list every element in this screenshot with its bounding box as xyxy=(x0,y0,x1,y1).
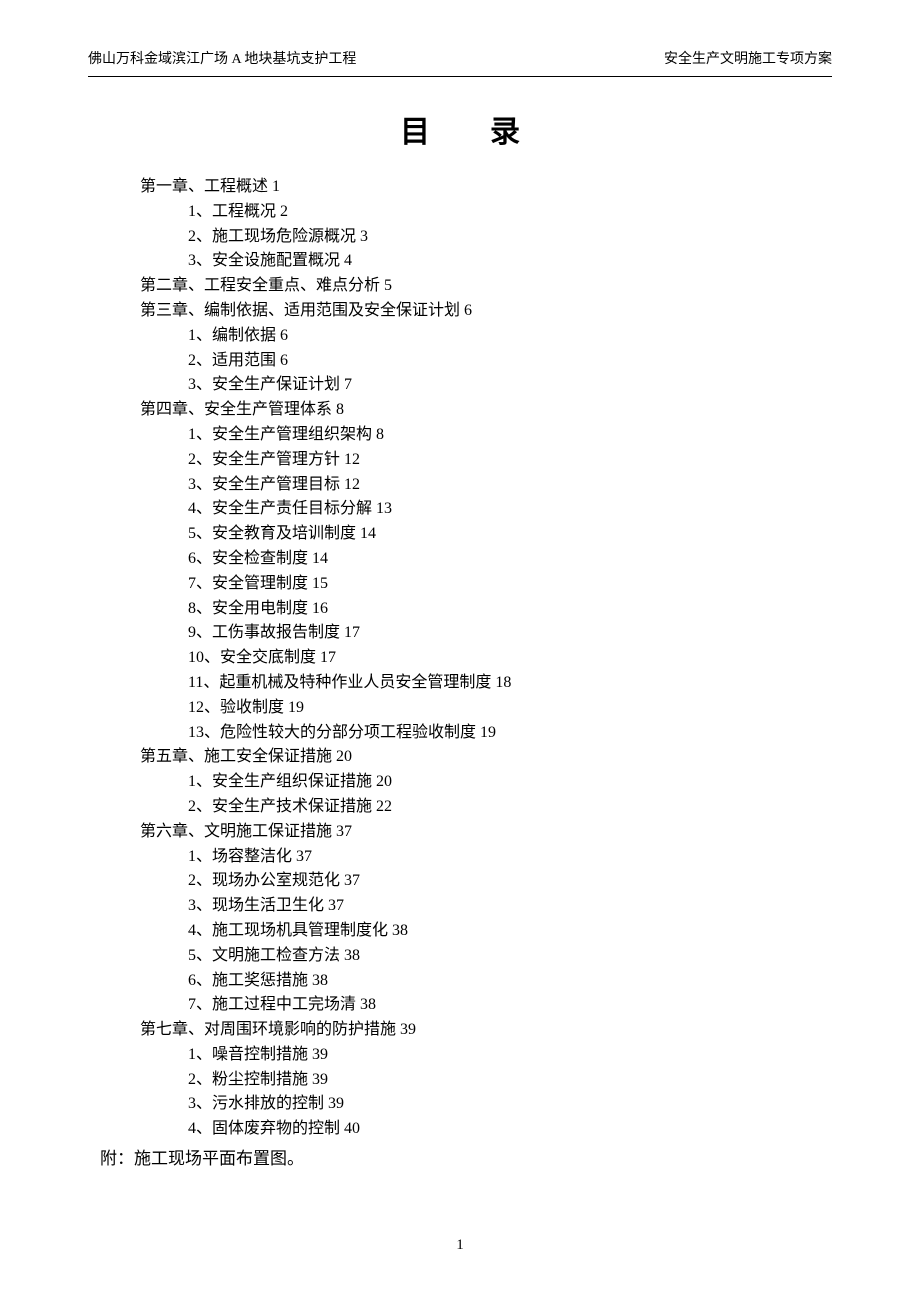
toc-subitem: 3、安全生产管理目标 12 xyxy=(188,473,820,498)
toc-chapter: 第五章、施工安全保证措施 20 xyxy=(140,745,820,770)
toc-title: 目录 xyxy=(0,107,920,151)
toc-subitem: 1、安全生产管理组织架构 8 xyxy=(188,423,820,448)
toc-subitem: 6、安全检查制度 14 xyxy=(188,547,820,572)
toc-subitem: 11、起重机械及特种作业人员安全管理制度 18 xyxy=(188,671,820,696)
toc-subitem: 1、安全生产组织保证措施 20 xyxy=(188,770,820,795)
toc-subitem: 4、安全生产责任目标分解 13 xyxy=(188,497,820,522)
header-right-text: 安全生产文明施工专项方案 xyxy=(664,48,832,68)
toc-subitem: 2、粉尘控制措施 39 xyxy=(188,1068,820,1093)
toc-chapter: 第六章、文明施工保证措施 37 xyxy=(140,820,820,845)
toc-subitem: 3、污水排放的控制 39 xyxy=(188,1092,820,1117)
toc-subitem: 7、施工过程中工完场清 38 xyxy=(188,993,820,1018)
toc-chapter: 第四章、安全生产管理体系 8 xyxy=(140,398,820,423)
toc-subitem: 4、施工现场机具管理制度化 38 xyxy=(188,919,820,944)
toc-subitem: 1、编制依据 6 xyxy=(188,324,820,349)
toc-subitem: 4、固体废弃物的控制 40 xyxy=(188,1117,820,1142)
page-header: 佛山万科金域滨江广场 A 地块基坑支护工程 安全生产文明施工专项方案 xyxy=(88,0,832,77)
toc-subitem: 9、工伤事故报告制度 17 xyxy=(188,621,820,646)
toc-chapter: 第一章、工程概述 1 xyxy=(140,175,820,200)
toc-chapter: 第二章、工程安全重点、难点分析 5 xyxy=(140,274,820,299)
toc-subitem: 2、施工现场危险源概况 3 xyxy=(188,225,820,250)
toc-subitem: 6、施工奖惩措施 38 xyxy=(188,969,820,994)
toc-subitem: 13、危险性较大的分部分项工程验收制度 19 xyxy=(188,721,820,746)
toc-subitem: 1、工程概况 2 xyxy=(188,200,820,225)
toc-subitem: 3、安全设施配置概况 4 xyxy=(188,249,820,274)
toc-subitem: 5、安全教育及培训制度 14 xyxy=(188,522,820,547)
page-number: 1 xyxy=(0,1237,920,1254)
toc-subitem: 1、噪音控制措施 39 xyxy=(188,1043,820,1068)
appendix-line: 附：施工现场平面布置图。 xyxy=(100,1144,920,1169)
header-left-text: 佛山万科金域滨江广场 A 地块基坑支护工程 xyxy=(88,48,356,68)
toc-subitem: 3、现场生活卫生化 37 xyxy=(188,894,820,919)
toc-subitem: 5、文明施工检查方法 38 xyxy=(188,944,820,969)
toc-subitem: 12、验收制度 19 xyxy=(188,696,820,721)
toc-subitem: 2、安全生产管理方针 12 xyxy=(188,448,820,473)
toc-subitem: 2、现场办公室规范化 37 xyxy=(188,869,820,894)
toc-subitem: 3、安全生产保证计划 7 xyxy=(188,373,820,398)
toc-chapter: 第七章、对周围环境影响的防护措施 39 xyxy=(140,1018,820,1043)
appendix-label: 附： xyxy=(100,1149,134,1168)
toc-subitem: 1、场容整洁化 37 xyxy=(188,845,820,870)
toc-subitem: 8、安全用电制度 16 xyxy=(188,597,820,622)
table-of-contents: 第一章、工程概述 11、工程概况 22、施工现场危险源概况 33、安全设施配置概… xyxy=(140,175,820,1142)
toc-subitem: 2、适用范围 6 xyxy=(188,349,820,374)
toc-subitem: 7、安全管理制度 15 xyxy=(188,572,820,597)
toc-subitem: 2、安全生产技术保证措施 22 xyxy=(188,795,820,820)
toc-subitem: 10、安全交底制度 17 xyxy=(188,646,820,671)
toc-chapter: 第三章、编制依据、适用范围及安全保证计划 6 xyxy=(140,299,820,324)
appendix-text: 施工现场平面布置图。 xyxy=(134,1149,304,1168)
